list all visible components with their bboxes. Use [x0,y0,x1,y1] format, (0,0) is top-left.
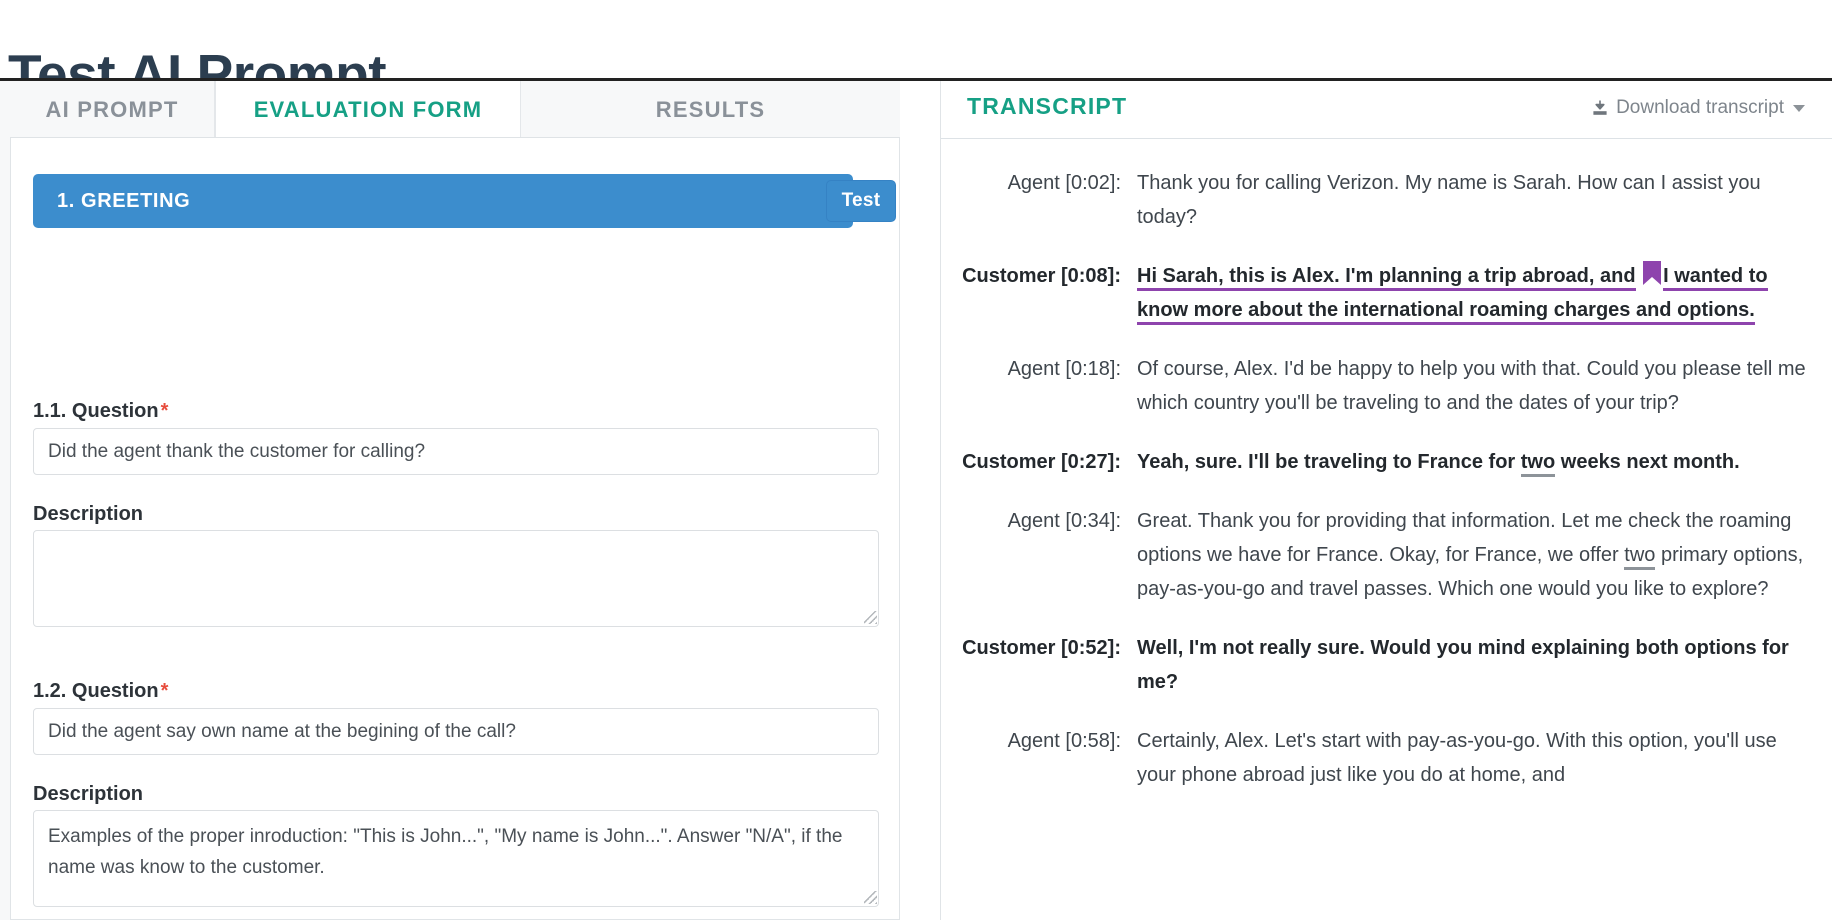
transcript-turn: Agent [0:18]:Of course, Alex. I'd be hap… [941,352,1832,420]
description-1-1-label: Description [33,503,143,526]
transcript-utterance[interactable]: Hi Sarah, this is Alex. I'm planning a t… [1137,259,1809,327]
bookmark-icon[interactable] [1643,261,1661,285]
transcript-utterance[interactable]: Yeah, sure. I'll be traveling to France … [1137,445,1809,479]
tab-strip: AI PROMPT EVALUATION FORM RESULTS [0,81,900,138]
transcript-utterance[interactable]: Great. Thank you for providing that info… [1137,504,1809,606]
required-marker: * [161,400,169,422]
transcript-speaker: Agent [0:34]: [941,504,1137,606]
transcript-title: TRANSCRIPT [967,93,1127,120]
transcript-turn: Customer [0:27]:Yeah, sure. I'll be trav… [941,445,1832,479]
description-1-2-label: Description [33,783,143,806]
transcript-text: Yeah, sure. I'll be traveling to France … [1137,451,1521,473]
tab-results[interactable]: RESULTS [521,81,900,138]
marked-text[interactable]: two [1521,451,1555,477]
transcript-text: Well, I'm not really sure. Would you min… [1137,637,1789,693]
app-root: Test AI Prompt AI PROMPT EVALUATION FORM… [0,0,1832,920]
evaluation-panel: AI PROMPT EVALUATION FORM RESULTS Test 1… [0,81,900,920]
transcript-speaker: Agent [0:58]: [941,724,1137,792]
transcript-turn: Agent [0:58]:Certainly, Alex. Let's star… [941,724,1832,792]
transcript-utterance[interactable]: Of course, Alex. I'd be happy to help yo… [1137,352,1809,420]
download-transcript-label: Download transcript [1616,97,1784,119]
tab-ai-prompt[interactable]: AI PROMPT [10,81,215,138]
highlighted-text[interactable]: Hi Sarah, this is Alex. I'm planning a t… [1137,265,1636,291]
tab-evaluation-form[interactable]: EVALUATION FORM [215,81,521,138]
transcript-text: weeks next month. [1555,451,1740,473]
transcript-text: Thank you for calling Verizon. My name i… [1137,172,1761,228]
download-icon [1591,99,1609,117]
section-header-label: 1. GREETING [57,190,190,213]
transcript-text: Of course, Alex. I'd be happy to help yo… [1137,358,1806,414]
transcript-speaker: Agent [0:02]: [941,166,1137,234]
tab-ai-prompt-label: AI PROMPT [45,97,178,123]
download-transcript-button[interactable]: Download transcript [1591,97,1805,119]
question-1-2-label-text: 1.2. Question [33,680,159,702]
question-1-2-label: 1.2. Question* [33,680,168,703]
evaluation-form-card: 1. GREETING 1.1. Question* Description 1… [10,138,900,920]
question-1-1-label-text: 1.1. Question [33,400,159,422]
transcript-speaker: Customer [0:52]: [941,631,1137,699]
transcript-list[interactable]: Agent [0:02]:Thank you for calling Veriz… [941,140,1832,920]
transcript-utterance[interactable]: Certainly, Alex. Let's start with pay-as… [1137,724,1809,792]
description-1-2-textarea[interactable] [33,810,879,907]
question-1-1-input[interactable] [33,428,879,475]
transcript-turn: Customer [0:52]:Well, I'm not really sur… [941,631,1832,699]
transcript-speaker: Customer [0:27]: [941,445,1137,479]
question-1-1-label: 1.1. Question* [33,400,168,423]
transcript-speaker: Customer [0:08]: [941,259,1137,327]
required-marker: * [161,680,169,702]
transcript-panel: TRANSCRIPT Download transcript Agent [0:… [940,81,1832,920]
tab-results-label: RESULTS [656,97,765,123]
question-1-2-input[interactable] [33,708,879,755]
transcript-turn: Customer [0:08]:Hi Sarah, this is Alex. … [941,259,1832,327]
transcript-text: Certainly, Alex. Let's start with pay-as… [1137,730,1777,786]
transcript-turn: Agent [0:02]:Thank you for calling Veriz… [941,166,1832,234]
section-header-greeting: 1. GREETING [33,174,853,228]
test-button-label: Test [842,190,881,212]
transcript-header: TRANSCRIPT Download transcript [941,81,1832,139]
chevron-down-icon [1793,105,1805,112]
marked-text[interactable]: two [1624,544,1655,570]
tab-evaluation-form-label: EVALUATION FORM [254,97,483,123]
transcript-utterance[interactable]: Well, I'm not really sure. Would you min… [1137,631,1809,699]
transcript-turn: Agent [0:34]:Great. Thank you for provid… [941,504,1832,606]
transcript-speaker: Agent [0:18]: [941,352,1137,420]
description-1-1-textarea[interactable] [33,530,879,627]
test-button[interactable]: Test [826,180,896,222]
transcript-utterance[interactable]: Thank you for calling Verizon. My name i… [1137,166,1809,234]
